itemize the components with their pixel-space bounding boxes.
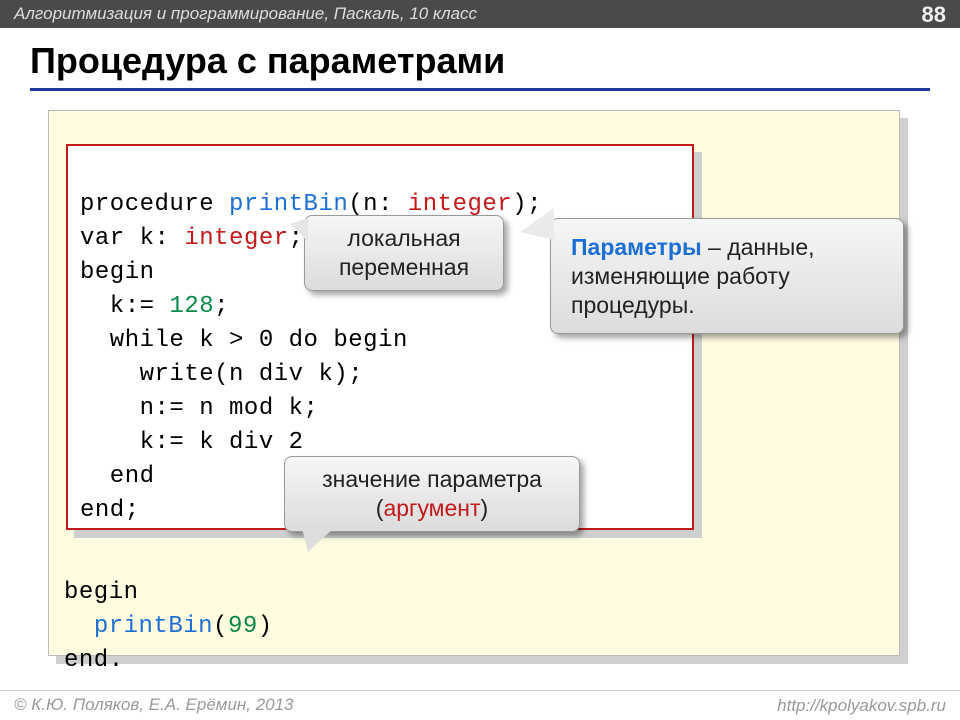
code-text: procedure bbox=[80, 191, 229, 218]
code-text: n:= n mod k; bbox=[80, 395, 318, 422]
code-text: end. bbox=[64, 647, 124, 674]
callout-tail bbox=[520, 208, 554, 240]
page-number: 88 bbox=[922, 2, 946, 28]
code-text: ) bbox=[258, 613, 273, 640]
callout-tail bbox=[290, 218, 308, 242]
callout-text: значение параметра bbox=[322, 466, 542, 492]
code-text: k:= k div 2 bbox=[80, 429, 304, 456]
code-text: var k: bbox=[80, 225, 184, 252]
breadcrumb: Алгоритмизация и программирование, Паска… bbox=[14, 4, 477, 23]
code-text: printBin bbox=[94, 613, 213, 640]
code-text: 99 bbox=[228, 613, 258, 640]
callout-local-variable: локальная переменная bbox=[304, 215, 504, 291]
page-title: Процедура с параметрами bbox=[30, 40, 505, 82]
code-main-block: begin printBin(99) end. bbox=[64, 542, 273, 712]
footer-copyright: © К.Ю. Поляков, Е.А. Ерёмин, 2013 bbox=[14, 695, 294, 714]
callout-argument: значение параметра (аргумент) bbox=[284, 456, 580, 532]
code-text: integer bbox=[184, 225, 288, 252]
code-text: while k > 0 do begin bbox=[80, 327, 408, 354]
code-text: ( bbox=[213, 613, 228, 640]
code-text: (n: bbox=[348, 191, 408, 218]
code-text: 128 bbox=[169, 293, 214, 320]
code-text: ; bbox=[214, 293, 229, 320]
callout-bold: Параметры bbox=[571, 234, 702, 260]
header-bar: Алгоритмизация и программирование, Паска… bbox=[0, 0, 960, 28]
callout-text: локальная переменная bbox=[339, 225, 469, 280]
title-underline bbox=[30, 88, 930, 91]
code-text: begin bbox=[64, 579, 139, 606]
callout-text: ) bbox=[481, 495, 489, 521]
code-text: end bbox=[80, 463, 155, 490]
callout-tail bbox=[302, 528, 334, 552]
code-text bbox=[64, 613, 94, 640]
callout-parameters: Параметры – данные, изменяющие работу пр… bbox=[550, 218, 904, 334]
code-text: end; bbox=[80, 497, 140, 524]
code-text: printBin bbox=[229, 191, 348, 218]
footer-bar: © К.Ю. Поляков, Е.А. Ерёмин, 2013 http:/… bbox=[0, 690, 960, 720]
footer-url: http://kpolyakov.spb.ru bbox=[777, 696, 946, 716]
code-text: write(n div k); bbox=[80, 361, 363, 388]
callout-highlight: аргумент bbox=[383, 495, 480, 521]
code-text: integer bbox=[408, 191, 512, 218]
code-text: begin bbox=[80, 259, 155, 286]
slide: Алгоритмизация и программирование, Паска… bbox=[0, 0, 960, 720]
code-text: k:= bbox=[80, 293, 169, 320]
